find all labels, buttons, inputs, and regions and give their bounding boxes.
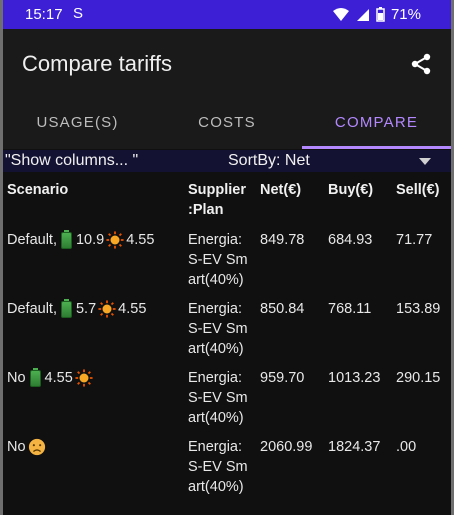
- supplier-plan: Energia: S-EV Sm art(40%): [188, 439, 248, 495]
- tab-costs[interactable]: COSTS: [152, 99, 302, 149]
- table-row[interactable]: Default, 5.7 4.55: [7, 298, 147, 319]
- sell-value: .00: [396, 439, 417, 455]
- signal-icon: [356, 8, 369, 21]
- battery-icon: [29, 367, 41, 387]
- wifi-icon: [332, 7, 349, 21]
- sun-icon: [98, 300, 116, 318]
- status-icons: 71%: [332, 6, 421, 23]
- supplier-plan: Energia: S-EV Sm art(40%): [188, 232, 248, 288]
- header-net: Net(€): [260, 182, 302, 198]
- tab-compare[interactable]: COMPARE: [302, 99, 451, 149]
- s-app-icon: S: [73, 5, 84, 22]
- solar-value: 4.55: [126, 232, 155, 248]
- table-row[interactable]: Default, 10.9 4.55: [7, 229, 155, 250]
- tab-bar: USAGE(S) COSTS COMPARE: [3, 99, 451, 149]
- battery-icon: [376, 7, 385, 22]
- buy-value: 768.11: [328, 301, 372, 317]
- battery-icon: [60, 298, 72, 318]
- controls-row: "Show columns... " SortBy: Net: [3, 150, 451, 172]
- header-supplier: Supplier :Plan: [188, 182, 247, 218]
- sad-face-icon: [28, 438, 45, 456]
- sun-icon: [106, 231, 124, 249]
- scenario-prefix: No: [7, 439, 26, 455]
- supplier-plan: Energia: S-EV Sm art(40%): [188, 301, 248, 357]
- scenario-prefix: Default,: [7, 301, 57, 317]
- show-columns-button[interactable]: "Show columns... ": [5, 152, 138, 170]
- status-bar: 15:17 S 71%: [3, 0, 451, 29]
- buy-value: 1013.23: [328, 370, 381, 386]
- scenario-prefix: No: [7, 370, 26, 386]
- sell-value: 153.89: [396, 301, 441, 317]
- battery-value: 5.7: [75, 301, 97, 317]
- sell-value: 71.77: [396, 232, 433, 248]
- battery-value: 10.9: [75, 232, 105, 248]
- table-row[interactable]: No 4.55: [7, 367, 93, 388]
- status-time: 15:17: [25, 6, 63, 23]
- battery-icon: [60, 229, 72, 249]
- sortby-select[interactable]: SortBy: Net: [228, 152, 310, 170]
- buy-value: 684.93: [328, 232, 373, 248]
- net-value: 2060.99: [260, 439, 313, 455]
- header-buy: Buy(€): [328, 182, 374, 198]
- solar-value: 4.55: [118, 301, 147, 317]
- scenario-prefix: Default,: [7, 232, 57, 248]
- app-bar: Compare tariffs: [3, 29, 451, 99]
- buy-value: 1824.37: [328, 439, 381, 455]
- table-row[interactable]: No: [7, 437, 46, 457]
- net-value: 959.70: [260, 370, 305, 386]
- sun-icon: [75, 369, 93, 387]
- supplier-plan: Energia: S-EV Sm art(40%): [188, 370, 248, 426]
- sell-value: 290.15: [396, 370, 441, 386]
- page-title: Compare tariffs: [22, 51, 172, 76]
- share-icon[interactable]: [409, 52, 433, 76]
- chevron-down-icon[interactable]: [419, 158, 431, 165]
- net-value: 849.78: [260, 232, 305, 248]
- battery-value: 4.55: [44, 370, 73, 386]
- net-value: 850.84: [260, 301, 305, 317]
- battery-percent: 71%: [390, 6, 421, 23]
- tab-usages[interactable]: USAGE(S): [3, 99, 152, 149]
- header-sell: Sell(€): [396, 182, 440, 198]
- header-scenario: Scenario: [7, 182, 69, 198]
